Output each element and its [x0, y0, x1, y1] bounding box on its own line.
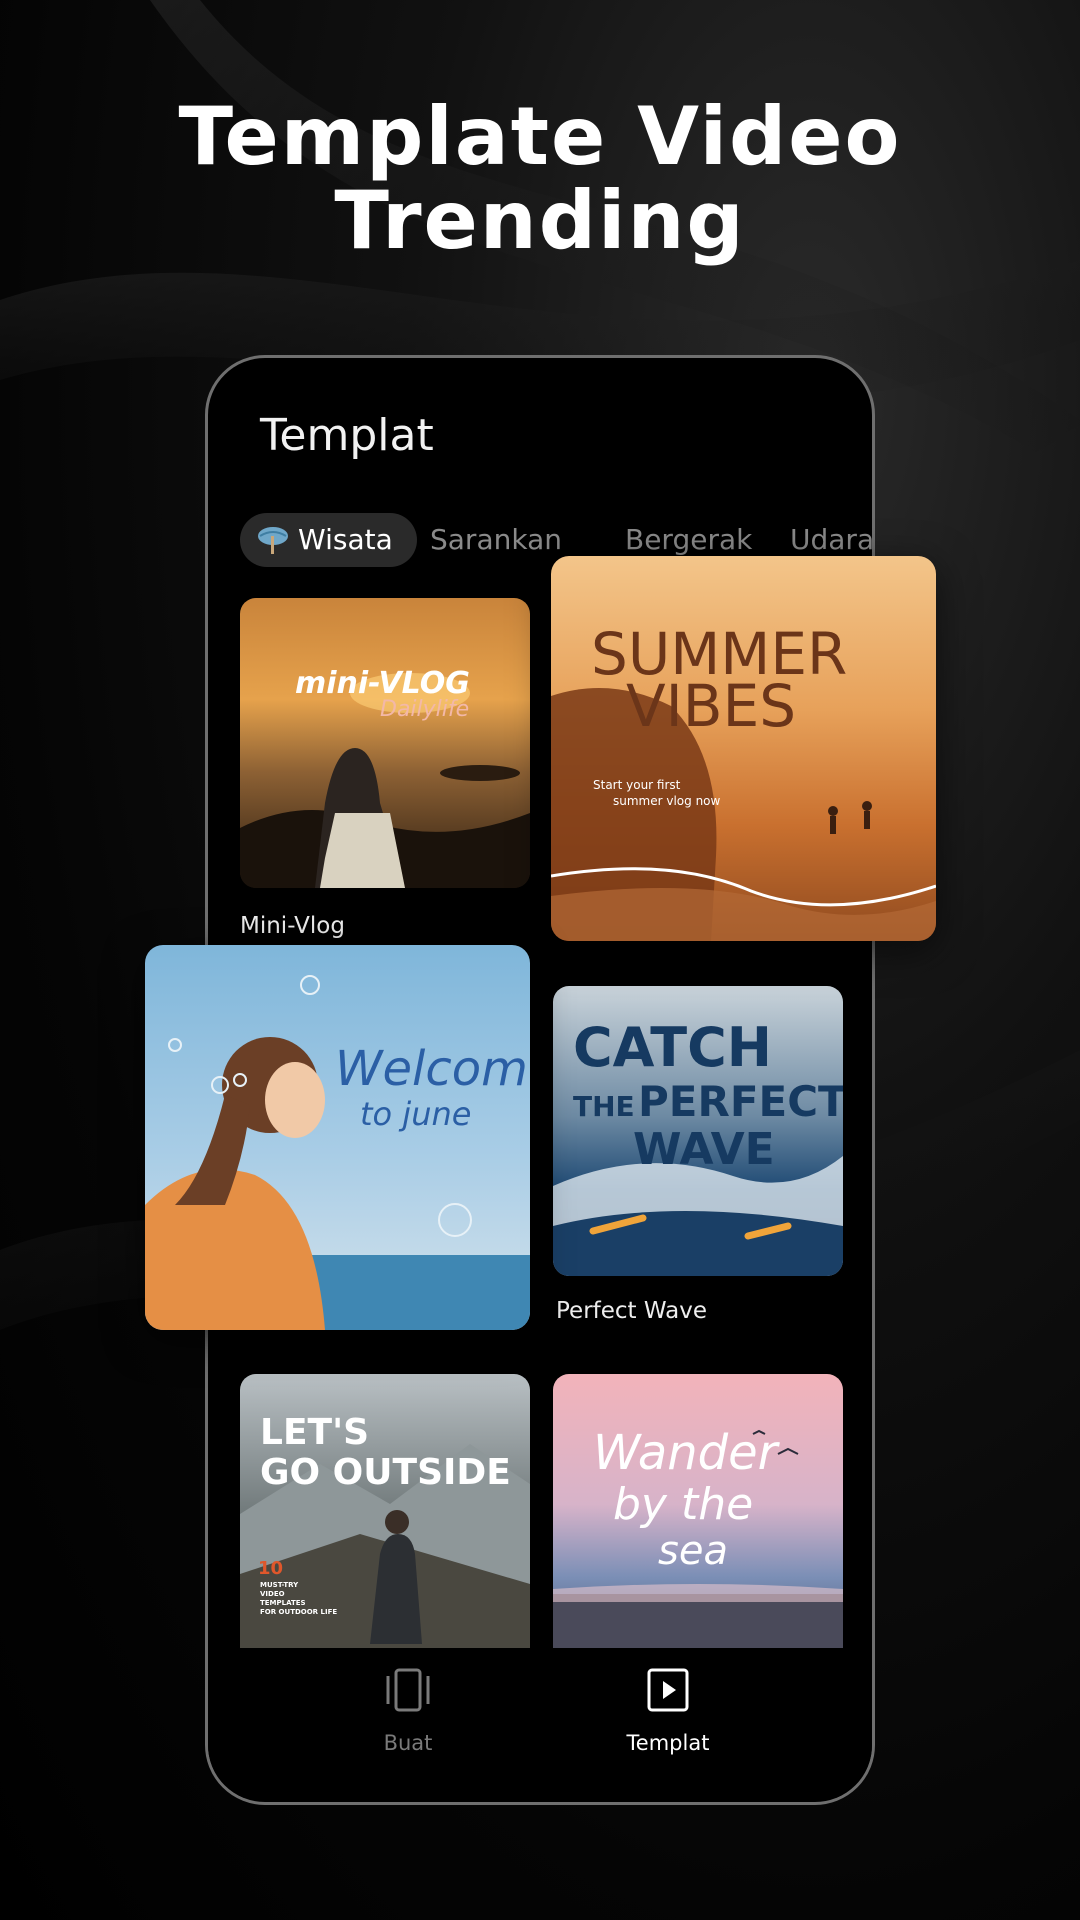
art-text: CATCH [573, 1016, 772, 1079]
travel-icon [258, 527, 288, 554]
art-text: GO OUTSIDE [260, 1452, 511, 1493]
art-text: Wander [593, 1425, 781, 1481]
art-text: Dailylife [380, 697, 469, 722]
go-outside-thumbnail: LET'S GO OUTSIDE 10 MUST-TRY VIDEO TEMPL… [240, 1374, 530, 1664]
art-text: LET'S [260, 1412, 369, 1453]
card-caption: Perfect Wave [556, 1298, 708, 1324]
card-caption: Mini-Vlog [240, 913, 345, 939]
art-text: 10 [258, 1558, 283, 1579]
template-card-summer-vibes[interactable]: SUMMER VIBES Start your first summer vlo… [551, 556, 936, 941]
headline-line-1: Template Video [178, 90, 902, 183]
art-text: sea [658, 1528, 728, 1574]
art-text: VIDEO [260, 1590, 285, 1598]
art-text: VIBES [626, 672, 796, 740]
headline-line-2: Trending [334, 174, 746, 267]
play-template-icon [647, 1668, 689, 1712]
template-card-go-outside[interactable]: LET'S GO OUTSIDE 10 MUST-TRY VIDEO TEMPL… [240, 1374, 530, 1664]
summer-vibes-thumbnail: SUMMER VIBES Start your first summer vlo… [551, 556, 936, 941]
template-card-welcome-june[interactable]: Welcome to june [145, 945, 530, 1330]
screen-title: Templat [260, 410, 434, 461]
mini-vlog-thumbnail: mini-VLOG Dailylife [240, 598, 530, 888]
art-text: PERFECT [638, 1077, 843, 1126]
art-text: THE [573, 1090, 635, 1123]
art-text: WAVE [633, 1124, 775, 1175]
art-text: TEMPLATES [260, 1599, 306, 1607]
nav-label: Buat [383, 1731, 433, 1755]
art-text: Welcome [335, 1041, 530, 1097]
art-text: by the [613, 1479, 753, 1530]
tab-sarankan[interactable]: Sarankan [430, 513, 562, 567]
nav-label: Templat [626, 1731, 710, 1755]
wander-sea-thumbnail: Wander by the sea [553, 1374, 843, 1664]
art-text: to june [360, 1095, 471, 1133]
template-card-wander-sea[interactable]: Wander by the sea [553, 1374, 843, 1664]
template-card-perfect-wave[interactable]: CATCH THE PERFECT WAVE [553, 986, 843, 1276]
tab-wisata[interactable]: Wisata [240, 513, 417, 567]
art-text: Start your first [593, 778, 681, 792]
nav-templat[interactable]: Templat [568, 1668, 768, 1755]
bottom-navigation: Buat Templat [208, 1648, 872, 1798]
art-text: MUST-TRY [260, 1581, 299, 1589]
tab-label: Wisata [298, 523, 393, 556]
perfect-wave-thumbnail: CATCH THE PERFECT WAVE [553, 986, 843, 1276]
art-text: mini-VLOG [295, 666, 470, 701]
nav-buat[interactable]: Buat [308, 1668, 508, 1755]
template-card-mini-vlog[interactable]: mini-VLOG Dailylife [240, 598, 530, 888]
create-icon [386, 1668, 430, 1712]
art-text: summer vlog now [613, 794, 721, 808]
welcome-june-thumbnail: Welcome to june [145, 945, 530, 1330]
art-text: FOR OUTDOOR LIFE [260, 1608, 337, 1616]
promo-headline: Template Video Trending [0, 95, 1080, 263]
